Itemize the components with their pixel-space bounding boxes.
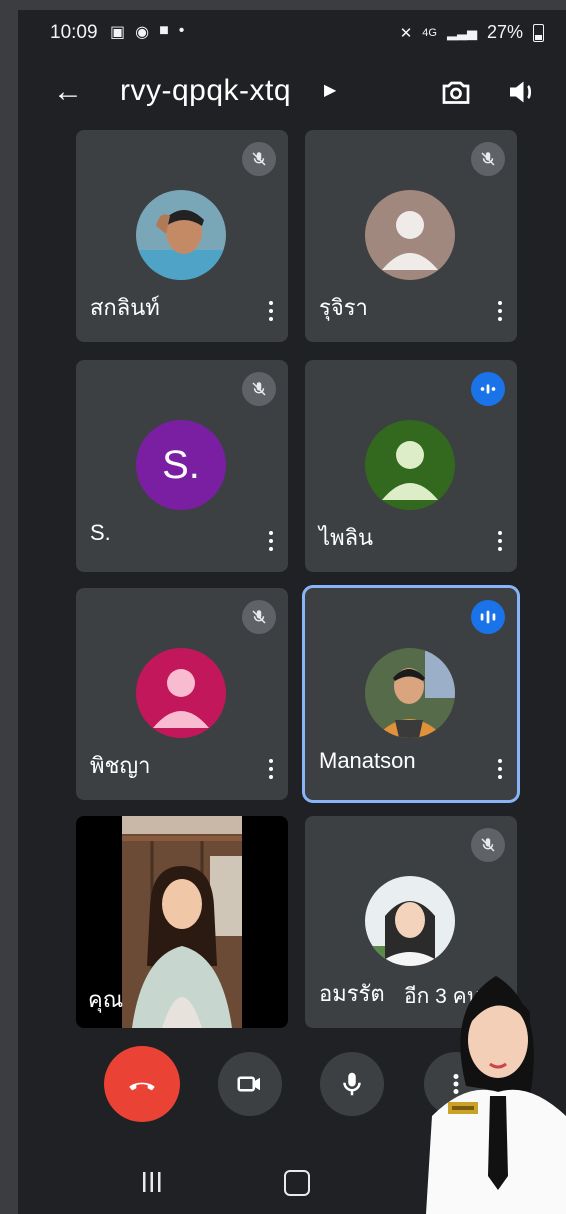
self-name: คุณ <box>88 987 124 1012</box>
back-arrow-icon[interactable]: ← <box>48 72 88 112</box>
default-avatar-icon <box>136 648 226 738</box>
home-button-icon[interactable] <box>284 1170 310 1196</box>
notification-icons: ▣ ◉ ■ • <box>110 22 184 42</box>
chrome-icon: ◉ <box>135 24 150 41</box>
network-type: 4G <box>422 26 437 39</box>
message-icon: ■ <box>159 22 169 39</box>
hang-up-icon <box>129 1082 155 1091</box>
self-camera-feed <box>122 816 242 1028</box>
participant-tile[interactable]: รุจิรา <box>305 130 517 342</box>
self-video-tile[interactable]: คุณ <box>76 816 288 1028</box>
participant-name: สกลินท์ <box>90 295 160 320</box>
meeting-info-chevron-icon[interactable]: ▶ <box>324 80 336 100</box>
default-avatar-icon <box>365 420 455 510</box>
battery-percent: 27% <box>486 22 523 42</box>
participant-tile[interactable]: พิชญา <box>76 588 288 800</box>
participant-photo <box>136 190 226 280</box>
status-bar: 10:09 ▣ ◉ ■ • ✕ 4G ▂▃▅ 27% <box>18 10 566 54</box>
participant-name: รุจิรา <box>319 295 368 320</box>
meeting-code[interactable]: rvy-qpqk-xtq <box>120 74 291 108</box>
speaking-indicator-icon <box>471 600 505 634</box>
participant-name: Manatson <box>319 748 416 773</box>
recent-apps-icon[interactable] <box>140 1170 164 1194</box>
meeting-header: ← rvy-qpqk-xtq ▶ <box>18 66 566 118</box>
clock: 10:09 <box>50 22 98 43</box>
participant-tile[interactable]: สกลินท์ <box>76 130 288 342</box>
more-options-icon[interactable] <box>493 528 507 554</box>
participant-tile-active[interactable]: Manatson <box>305 588 517 800</box>
gallery-icon: ▣ <box>110 24 126 41</box>
signal-icon: ▂▃▅ <box>446 24 477 40</box>
dot-icon: • <box>178 22 185 39</box>
microphone-toggle-button[interactable] <box>320 1052 384 1116</box>
camera-toggle-button[interactable] <box>218 1052 282 1116</box>
participant-name: อมรรัต <box>319 981 385 1006</box>
letter-avatar: S. <box>136 420 226 510</box>
speaking-indicator-icon <box>471 372 505 406</box>
mic-off-icon <box>471 828 505 862</box>
more-options-icon[interactable] <box>264 298 278 324</box>
mic-off-icon <box>471 142 505 176</box>
microphone-icon <box>343 1072 361 1096</box>
more-options-icon[interactable] <box>493 298 507 324</box>
more-options-icon[interactable] <box>264 756 278 782</box>
switch-camera-icon[interactable] <box>438 74 474 110</box>
participant-name: ไพลิน <box>319 525 374 550</box>
participant-photo <box>365 876 455 966</box>
default-avatar-icon <box>365 190 455 280</box>
participant-tile[interactable]: S. S. <box>76 360 288 572</box>
participant-name: S. <box>90 520 111 545</box>
mic-off-icon <box>242 142 276 176</box>
video-camera-icon <box>237 1076 260 1092</box>
mute-vibrate-icon: ✕ <box>399 24 413 42</box>
speaker-icon[interactable] <box>504 74 540 110</box>
more-options-icon[interactable] <box>264 528 278 554</box>
system-icons: ✕ 4G ▂▃▅ 27% <box>400 22 544 43</box>
participant-tile[interactable]: ไพลิน <box>305 360 517 572</box>
mic-off-icon <box>242 372 276 406</box>
battery-icon <box>533 23 544 42</box>
presenter-overlay-photo <box>426 976 566 1214</box>
mic-off-icon <box>242 600 276 634</box>
end-call-button[interactable] <box>104 1046 180 1122</box>
more-options-icon[interactable] <box>493 756 507 782</box>
participant-name: พิชญา <box>90 753 151 778</box>
participant-photo <box>365 648 455 738</box>
